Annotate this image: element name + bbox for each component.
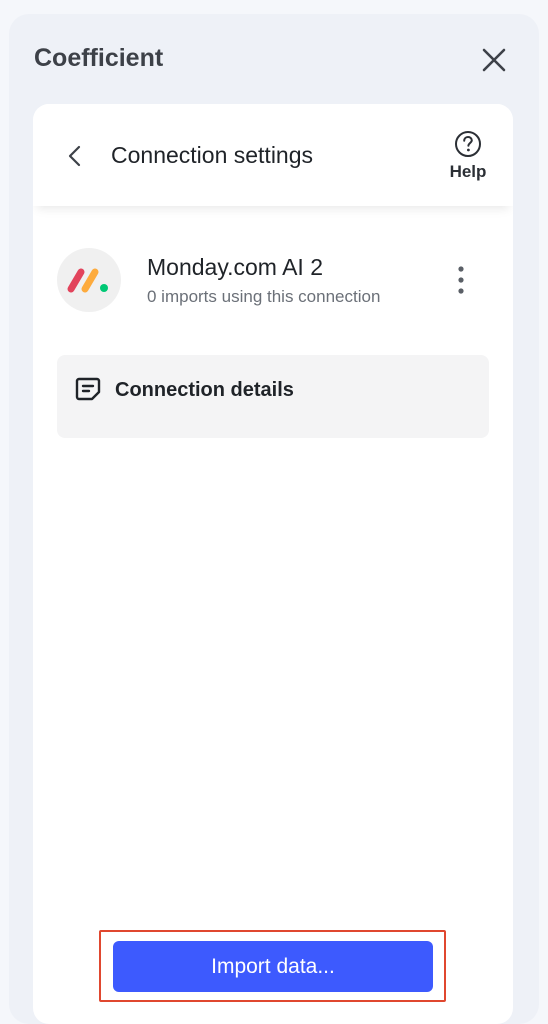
connection-settings-card: Connection settings Help Monday.com AI 2… [33,104,513,1024]
connection-subtitle: 0 imports using this connection [147,287,381,306]
app-title: Coefficient [34,44,164,72]
more-vertical-icon [458,266,464,294]
monday-logo-icon [67,268,108,293]
close-icon [482,48,506,72]
page-title: Connection settings [111,142,314,168]
card-header: Connection settings Help [33,104,513,206]
close-button[interactable] [478,44,510,76]
connection-row: Monday.com AI 2 0 imports using this con… [57,248,497,312]
help-circle-icon [455,131,481,157]
back-button[interactable] [61,142,89,170]
connection-logo [57,248,121,312]
help-button[interactable]: Help [441,130,495,186]
connection-details-label: Connection details [115,379,294,401]
note-icon [75,377,101,401]
connection-details-section[interactable]: Connection details [57,355,489,438]
chevron-left-icon [68,145,81,167]
connection-name: Monday.com AI 2 [147,254,323,280]
more-options-button[interactable] [449,264,473,296]
import-data-button[interactable]: Import data... [113,941,433,992]
help-label: Help [449,162,487,181]
